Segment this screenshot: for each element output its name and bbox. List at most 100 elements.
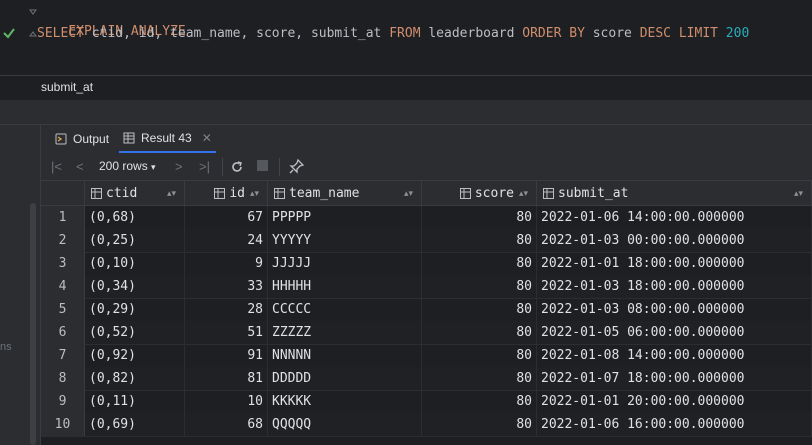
cell-team-name[interactable]: HHHHH xyxy=(268,275,422,298)
cell-id[interactable]: 10 xyxy=(185,390,268,413)
cell-ctid[interactable]: (0,11) xyxy=(85,390,185,413)
cell-ctid[interactable]: (0,68) xyxy=(85,206,185,229)
cell-submit-at[interactable]: 2022-01-06 14:00:00.000000 xyxy=(537,206,812,229)
cell-ctid[interactable]: (0,52) xyxy=(85,321,185,344)
cell-score[interactable]: 80 xyxy=(422,298,537,321)
sort-icon[interactable]: ▴▾ xyxy=(167,188,176,199)
cell-score[interactable]: 80 xyxy=(422,344,537,367)
cell-team-name[interactable]: KKKKK xyxy=(268,390,422,413)
cell-id[interactable]: 91 xyxy=(185,344,268,367)
column-header-submit-at[interactable]: submit_at ▴▾ xyxy=(537,181,812,205)
cell-score[interactable]: 80 xyxy=(422,229,537,252)
refresh-icon[interactable] xyxy=(230,160,244,174)
fold-marker-icon[interactable] xyxy=(29,8,37,16)
cell-score[interactable]: 80 xyxy=(422,390,537,413)
cell-submit-at[interactable]: 2022-01-01 18:00:00.000000 xyxy=(537,252,812,275)
cell-team-name[interactable]: YYYYY xyxy=(268,229,422,252)
cell-ctid[interactable]: (0,92) xyxy=(85,344,185,367)
table-row[interactable]: 3 (0,10) 9 JJJJJ 80 2022-01-01 18:00:00.00000… xyxy=(41,252,812,276)
row-number[interactable]: 9 xyxy=(41,390,85,413)
cell-team-name[interactable]: DDDDD xyxy=(268,367,422,390)
row-number[interactable]: 5 xyxy=(41,298,85,321)
column-header-id[interactable]: id ▴▾ xyxy=(185,181,268,205)
cell-submit-at[interactable]: 2022-01-08 14:00:00.000000 xyxy=(537,344,812,367)
cell-ctid[interactable]: (0,25) xyxy=(85,229,185,252)
cell-team-name[interactable]: JJJJJ xyxy=(268,252,422,275)
cell-id[interactable]: 68 xyxy=(185,413,268,436)
column-icon xyxy=(274,187,285,199)
cell-ctid[interactable]: (0,10) xyxy=(85,252,185,275)
cell-team-name[interactable]: CCCCC xyxy=(268,298,422,321)
column-header-score[interactable]: score ▴▾ xyxy=(422,181,537,205)
cell-score[interactable]: 80 xyxy=(422,252,537,275)
table-row[interactable]: 2 (0,25) 24 YYYYY 80 2022-01-03 00:00:00.0000… xyxy=(41,229,812,253)
table-row[interactable]: 10 (0,69) 68 QQQQQ 80 2022-01-06 16:00:00.000… xyxy=(41,413,812,437)
cell-submit-at[interactable]: 2022-01-06 16:00:00.000000 xyxy=(537,413,812,436)
cell-submit-at[interactable]: 2022-01-07 18:00:00.000000 xyxy=(537,367,812,390)
row-number[interactable]: 3 xyxy=(41,252,85,275)
cell-score[interactable]: 80 xyxy=(422,275,537,298)
cell-id[interactable]: 28 xyxy=(185,298,268,321)
tab-output[interactable]: Output xyxy=(55,125,109,153)
cell-team-name[interactable]: NNNNN xyxy=(268,344,422,367)
row-number[interactable]: 4 xyxy=(41,275,85,298)
cell-score[interactable]: 80 xyxy=(422,321,537,344)
column-header-team-name[interactable]: team_name ▴▾ xyxy=(268,181,422,205)
row-number[interactable]: 7 xyxy=(41,344,85,367)
cell-submit-at[interactable]: 2022-01-03 18:00:00.000000 xyxy=(537,275,812,298)
sql-editor[interactable]: EXPLAIN ANALYZE SELECT ctid, id, team_na… xyxy=(0,0,812,75)
cell-submit-at[interactable]: 2022-01-01 20:00:00.000000 xyxy=(537,390,812,413)
last-page-icon[interactable]: >| xyxy=(199,159,210,174)
page-size-select[interactable]: 200 rows ▾ xyxy=(99,159,156,173)
row-number[interactable]: 2 xyxy=(41,229,85,252)
table-row[interactable]: 5 (0,29) 28 CCCCC 80 2022-01-03 08:00:00.0000… xyxy=(41,298,812,322)
cell-score[interactable]: 80 xyxy=(422,206,537,229)
breadcrumb-item[interactable]: submit_at xyxy=(41,80,93,94)
table-row[interactable]: 9 (0,11) 10 KKKKK 80 2022-01-01 20:00:00.0000… xyxy=(41,390,812,414)
cell-ctid[interactable]: (0,69) xyxy=(85,413,185,436)
cell-id[interactable]: 9 xyxy=(185,252,268,275)
first-page-icon[interactable]: |< xyxy=(51,159,62,174)
table-name: leaderboard xyxy=(420,26,523,41)
cell-score[interactable]: 80 xyxy=(422,367,537,390)
tab-result-43[interactable]: Result 43 ✕ xyxy=(119,125,216,153)
prev-page-icon[interactable]: < xyxy=(76,159,84,174)
table-row[interactable]: 7 (0,92) 91 NNNNN 80 2022-01-08 14:00:00.0000… xyxy=(41,344,812,368)
row-number[interactable]: 6 xyxy=(41,321,85,344)
column-header-ctid[interactable]: ctid ▴▾ xyxy=(85,181,185,205)
cell-id[interactable]: 81 xyxy=(185,367,268,390)
sort-icon[interactable]: ▴▾ xyxy=(519,188,528,199)
cell-submit-at[interactable]: 2022-01-05 06:00:00.000000 xyxy=(537,321,812,344)
cell-submit-at[interactable]: 2022-01-03 08:00:00.000000 xyxy=(537,298,812,321)
code-line-2[interactable]: SELECT ctid, id, team_name, score, submi… xyxy=(37,24,749,44)
cell-team-name[interactable]: PPPPP xyxy=(268,206,422,229)
row-number[interactable]: 10 xyxy=(41,413,85,436)
cell-team-name[interactable]: QQQQQ xyxy=(268,413,422,436)
cell-score[interactable]: 80 xyxy=(422,413,537,436)
stop-icon[interactable] xyxy=(257,160,268,171)
table-row[interactable]: 4 (0,34) 33 HHHHH 80 2022-01-03 18:00:00.0000… xyxy=(41,275,812,299)
cell-submit-at[interactable]: 2022-01-03 00:00:00.000000 xyxy=(537,229,812,252)
row-number[interactable]: 1 xyxy=(41,206,85,229)
cell-id[interactable]: 24 xyxy=(185,229,268,252)
column-header-label: submit_at xyxy=(558,185,629,201)
cell-ctid[interactable]: (0,34) xyxy=(85,275,185,298)
table-row[interactable]: 6 (0,52) 51 ZZZZZ 80 2022-01-05 06:00:00.0000… xyxy=(41,321,812,345)
row-number[interactable]: 8 xyxy=(41,367,85,390)
close-icon[interactable]: ✕ xyxy=(202,131,212,145)
cell-team-name[interactable]: ZZZZZ xyxy=(268,321,422,344)
fold-end-icon[interactable] xyxy=(29,30,37,38)
cell-id[interactable]: 67 xyxy=(185,206,268,229)
cell-id[interactable]: 51 xyxy=(185,321,268,344)
sort-icon[interactable]: ▴▾ xyxy=(250,188,259,199)
sort-icon[interactable]: ▴▾ xyxy=(404,188,413,199)
pin-icon[interactable] xyxy=(289,159,304,174)
cell-ctid[interactable]: (0,29) xyxy=(85,298,185,321)
table-row[interactable]: 1 (0,68) 67 PPPPP 80 2022-01-06 14:00:00.0000… xyxy=(41,206,812,230)
cell-id[interactable]: 33 xyxy=(185,275,268,298)
left-scrollbar[interactable] xyxy=(30,203,36,445)
table-row[interactable]: 8 (0,82) 81 DDDDD 80 2022-01-07 18:00:00.0000… xyxy=(41,367,812,391)
cell-ctid[interactable]: (0,82) xyxy=(85,367,185,390)
sort-icon[interactable]: ▴▾ xyxy=(794,188,803,199)
next-page-icon[interactable]: > xyxy=(175,159,183,174)
